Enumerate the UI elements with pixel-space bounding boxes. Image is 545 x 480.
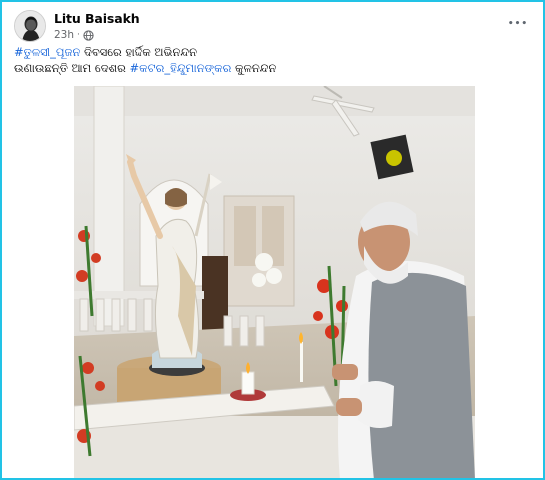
globe-icon bbox=[83, 29, 94, 41]
photo-scene bbox=[74, 86, 475, 478]
post-card: Litu Baisakh 23h · ••• #ତୁଳସୀ_ପୂଜନ ଦିବସର… bbox=[0, 0, 545, 480]
hashtag-link[interactable]: #ତୁଳସୀ_ପୂଜନ bbox=[14, 45, 80, 59]
post-photo[interactable] bbox=[74, 86, 475, 478]
post-meta: 23h · bbox=[54, 29, 94, 41]
caption-line-2: ଉଣାଉଛନ୍ତି ଆମ ଦେଶର #କଟର_ହିନ୍ଦୁମାନଙ୍କର କୁଳ… bbox=[14, 60, 531, 76]
meta-separator: · bbox=[77, 30, 80, 40]
caption-text: କୁଳନନ୍ଦନ bbox=[231, 61, 277, 75]
more-options-icon[interactable]: ••• bbox=[505, 12, 531, 36]
avatar-image bbox=[15, 11, 45, 41]
post-caption: #ତୁଳସୀ_ପୂଜନ ଦିବସରେ ହାର୍ଦ୍ଦିକ ଅଭିନନ୍ଦନ ଉଣ… bbox=[14, 44, 531, 76]
more-options-label: ••• bbox=[507, 19, 529, 29]
caption-line-1: #ତୁଳସୀ_ପୂଜନ ଦିବସରେ ହାର୍ଦ୍ଦିକ ଅଭିନନ୍ଦନ bbox=[14, 44, 531, 60]
hashtag-link[interactable]: #କଟର_ହିନ୍ଦୁମାନଙ୍କର bbox=[130, 61, 232, 75]
post-time[interactable]: 23h bbox=[54, 29, 74, 41]
post-header: Litu Baisakh 23h · ••• bbox=[10, 8, 535, 42]
author-name[interactable]: Litu Baisakh bbox=[54, 11, 140, 26]
avatar[interactable] bbox=[14, 10, 46, 42]
caption-text: ଦିବସରେ ହାର୍ଦ୍ଦିକ ଅଭିନନ୍ଦନ bbox=[80, 45, 198, 59]
caption-text: ଉଣାଉଛନ୍ତି ଆମ ଦେଶର bbox=[14, 61, 130, 75]
